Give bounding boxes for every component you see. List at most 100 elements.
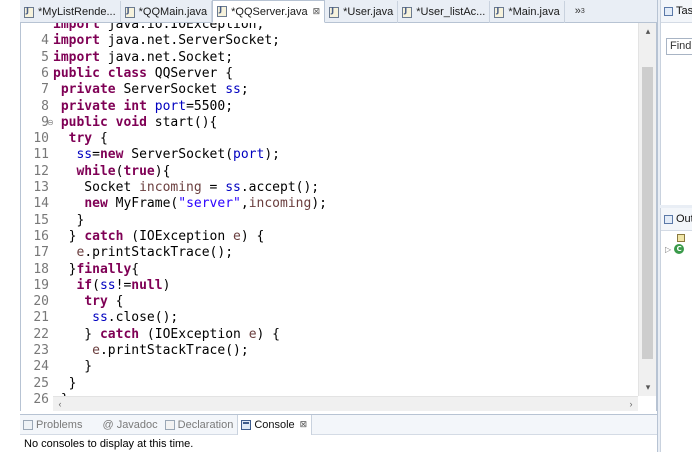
more-tabs-button[interactable]: » 3 [565, 0, 591, 22]
editor-tab[interactable]: *QQServer.java ⊠ [212, 0, 326, 23]
code-line[interactable]: new MyFrame("server",incoming); [53, 196, 327, 212]
code-line[interactable]: try { [53, 294, 123, 310]
task-list-title: Task [676, 5, 692, 17]
code-line[interactable]: e.printStackTrace(); [53, 343, 249, 359]
code-editor[interactable]: 4 5 6 7 8 9 ⊖ 10 11 12 13 14 15 16 17 18 19 20 21 22 23 24 25 2… [20, 23, 657, 411]
line-number: 26 [33, 391, 49, 407]
close-tab-icon[interactable]: ⊠ [313, 6, 321, 17]
expand-twisty-icon[interactable]: ▷ [665, 245, 671, 254]
task-list-icon [664, 6, 673, 16]
editor-tab-label: *User_listAc... [416, 6, 486, 18]
task-find-input[interactable]: Find [666, 38, 692, 55]
editor-tab-label: *User.java [343, 6, 394, 18]
code-line[interactable]: try { [53, 131, 108, 147]
horizontal-scrollbar[interactable]: ‹ › [53, 396, 638, 411]
line-number: 25 [33, 375, 49, 391]
line-number: 16 [33, 228, 49, 244]
editor-tab[interactable]: *QQMain.java [121, 1, 213, 23]
code-line[interactable]: } [53, 359, 92, 375]
code-line[interactable]: e.printStackTrace(); [53, 245, 233, 261]
line-number: 18 [33, 261, 49, 277]
scroll-up-arrow-icon[interactable]: ▴ [639, 23, 656, 39]
vertical-scroll-thumb[interactable] [642, 67, 653, 359]
scroll-left-arrow-icon[interactable]: ‹ [53, 397, 67, 411]
code-line[interactable]: } [53, 376, 77, 392]
line-number: 6 [41, 65, 49, 81]
line-number: 8 [41, 98, 49, 114]
code-line[interactable]: import java.net.Socket; [53, 50, 233, 66]
code-line[interactable]: } catch (IOException e) { [53, 229, 265, 245]
scroll-right-arrow-icon[interactable]: › [624, 397, 638, 411]
code-line[interactable]: } [53, 213, 84, 229]
line-number: 10 [33, 131, 49, 147]
panel-tab-label: Problems [36, 418, 83, 431]
code-line[interactable]: import java.net.ServerSocket; [53, 33, 280, 49]
code-line[interactable]: public class QQServer { [53, 66, 233, 82]
java-file-icon [494, 6, 505, 18]
panel-tab-javadoc[interactable]: @ Javadoc [86, 415, 161, 435]
code-line[interactable]: import java.io.IOException; [53, 23, 264, 33]
editor-tab[interactable]: *User_listAc... [398, 1, 491, 23]
editor-tab-label: *QQMain.java [138, 6, 208, 18]
outline-tab[interactable]: Out [661, 208, 692, 231]
outline-class-qqserver[interactable]: ▷ C [665, 244, 685, 254]
outline-import-declarations[interactable] [676, 233, 685, 242]
editor-tab-bar: *MyListRende... *QQMain.java *QQServer.jav… [20, 0, 657, 23]
panel-tab-cons[interactable]: Console ⊠ [237, 414, 313, 435]
line-number: 19 [33, 277, 49, 293]
panel-tab-decl[interactable]: Declaration [162, 415, 238, 435]
java-file-icon [124, 6, 135, 18]
editor-tab[interactable]: *User.java [325, 1, 399, 23]
code-line[interactable]: } catch (IOException e) { [53, 327, 280, 343]
code-line[interactable]: }finally{ [53, 262, 139, 278]
problems-icon [23, 419, 33, 430]
java-file-icon [217, 5, 228, 17]
code-line[interactable]: ss.close(); [53, 310, 178, 326]
import-declarations-icon [676, 233, 685, 242]
editor-tab[interactable]: *Main.java [490, 1, 565, 23]
hidden-tab-count: 3 [580, 7, 585, 15]
java-file-icon [402, 6, 413, 18]
line-number: 15 [33, 212, 49, 228]
line-number: 13 [33, 180, 49, 195]
line-number [21, 23, 49, 33]
code-line[interactable]: private int port=5500; [53, 99, 233, 115]
console-panel: Problems @ Javadoc Declaration Console ⊠ No … [20, 414, 657, 452]
scroll-down-arrow-icon[interactable]: ▾ [639, 379, 656, 395]
line-number-gutter: 4 5 6 7 8 9 ⊖ 10 11 12 13 14 15 16 17 18 19 20 21 22 23 24 25 2… [21, 23, 54, 411]
line-number: 12 [33, 163, 49, 179]
panel-tab-label: Console [254, 418, 295, 431]
outline-icon [664, 214, 673, 224]
editor-tab-label: *Main.java [508, 6, 560, 18]
panel-tab-label: @ Javadoc [102, 418, 158, 431]
editor-tab-label: *MyListRende... [38, 6, 116, 18]
editor-tab-label: *QQServer.java [231, 5, 308, 18]
code-line[interactable]: Socket incoming = ss.accept(); [53, 180, 319, 196]
line-number: 21 [33, 310, 49, 326]
code-line[interactable]: ss=new ServerSocket(port); [53, 147, 280, 163]
line-number: 9 [41, 114, 49, 130]
task-list-tab[interactable]: Task [661, 0, 692, 23]
line-number: 11 [33, 147, 49, 163]
panel-tab-label: Declaration [177, 418, 234, 431]
code-text-area[interactable]: import java.io.IOException; import java.n… [53, 23, 638, 411]
close-tab-icon[interactable]: ⊠ [300, 419, 308, 430]
class-icon: C [674, 244, 685, 254]
line-number: 14 [33, 196, 49, 212]
code-line[interactable]: if(ss!=null) [53, 278, 170, 294]
console-message: No consoles to display at this time. [24, 438, 194, 450]
vertical-scrollbar[interactable]: ▴ ▾ [638, 23, 656, 396]
code-line[interactable]: public void start(){ [53, 115, 218, 131]
code-line[interactable]: private ServerSocket ss; [53, 82, 249, 98]
javadoc-icon [89, 420, 99, 430]
decl-icon [164, 419, 175, 430]
outline-title: Out [676, 213, 692, 225]
editor-tab[interactable]: *MyListRende... [20, 1, 121, 23]
code-line[interactable]: while(true){ [53, 164, 170, 180]
task-list-view: Task Find [660, 0, 692, 205]
panel-tab-problems[interactable]: Problems [20, 415, 86, 435]
outline-view: Out ▷ C [660, 208, 692, 452]
line-number: 22 [33, 326, 49, 342]
line-number: 24 [33, 359, 49, 375]
line-number: 17 [33, 245, 49, 261]
